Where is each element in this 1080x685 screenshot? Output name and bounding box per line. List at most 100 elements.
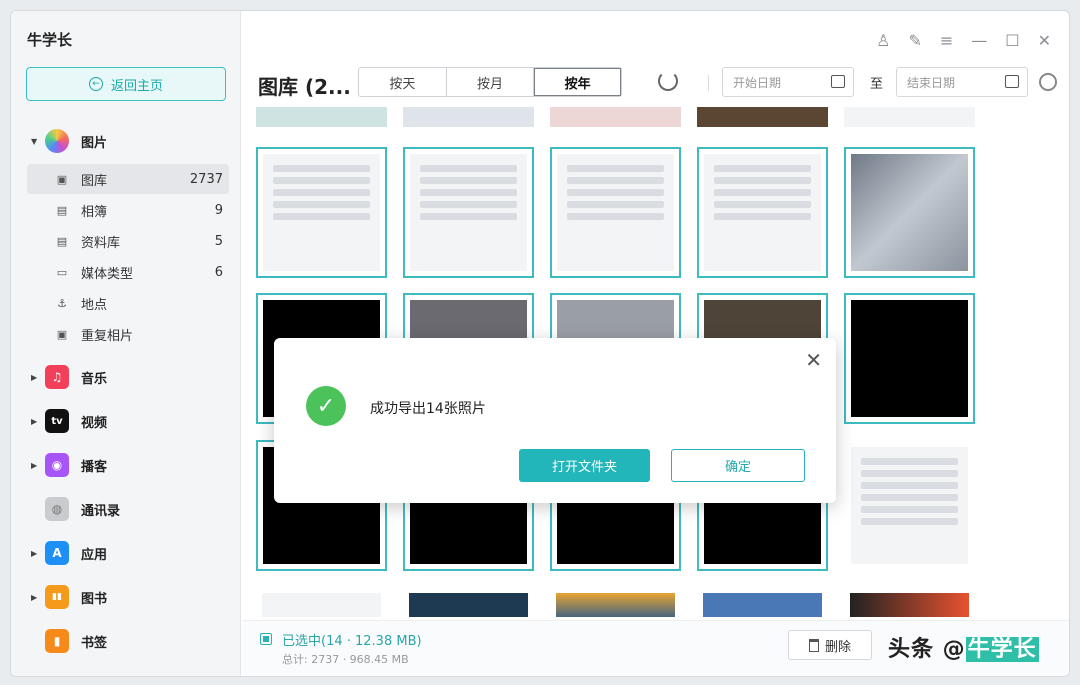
sidebar-item-albums[interactable]: ▤ 相簿 9: [27, 195, 229, 225]
expand-arrow-icon[interactable]: ▶: [31, 549, 37, 558]
check-success-icon: ✓: [306, 386, 346, 426]
sidebar-item-count: 2737: [189, 171, 223, 187]
sidebar-nav: ▼ 图片 ▣ 图库 2737 ▤ 相簿 9 ▤ 资料库 5 ▭ 媒体类型 6 ⚓…: [11, 119, 241, 663]
select-all-checkbox[interactable]: [260, 633, 272, 645]
trash-icon: [808, 638, 819, 652]
sidebar-item-resources[interactable]: ▤ 资料库 5: [27, 226, 229, 256]
expand-arrow-icon[interactable]: ▶: [31, 461, 37, 470]
photo-tile[interactable]: [844, 107, 975, 127]
sidebar-category-bookmarks[interactable]: ▮ 书签: [11, 619, 241, 663]
music-app-icon: ♫: [45, 365, 69, 389]
photo-tile[interactable]: [550, 587, 681, 617]
photo-tile[interactable]: [403, 587, 534, 617]
photo-tile[interactable]: [844, 587, 975, 617]
sidebar-item-media-types[interactable]: ▭ 媒体类型 6: [27, 257, 229, 287]
photo-tile-selected[interactable]: [256, 147, 387, 278]
sidebar-item-label: 媒体类型: [81, 266, 134, 282]
photo-tile-selected[interactable]: [697, 147, 828, 278]
video-camera-icon: ▭: [56, 265, 68, 279]
refresh-icon[interactable]: [658, 71, 678, 91]
photos-app-icon: [45, 129, 69, 153]
sidebar-category-apps[interactable]: ▶ A 应用: [11, 531, 241, 575]
app-store-icon: A: [45, 541, 69, 565]
close-icon[interactable]: ✕: [1038, 31, 1051, 50]
sidebar-item-library[interactable]: ▣ 图库 2737: [27, 164, 229, 194]
photo-tile[interactable]: [844, 440, 975, 571]
edit-icon[interactable]: ✎: [908, 31, 921, 50]
watermark-prefix: 头条 @: [888, 637, 966, 662]
delete-label: 删除: [824, 639, 851, 655]
sidebar-item-label: 相簿: [81, 204, 108, 220]
export-success-dialog: ✕ ✓ 成功导出14张照片 打开文件夹 确定: [274, 338, 836, 503]
photo-tile-selected[interactable]: [403, 147, 534, 278]
sidebar-category-label: 图片: [81, 135, 108, 151]
delete-button[interactable]: 删除: [788, 630, 872, 660]
expand-arrow-icon[interactable]: ▶: [31, 593, 37, 602]
photo-tile-selected[interactable]: [550, 147, 681, 278]
bookmark-icon: ▮: [45, 629, 69, 653]
user-icon[interactable]: ♙: [876, 31, 890, 50]
confirm-button[interactable]: 确定: [671, 449, 805, 482]
end-date-placeholder: 结束日期: [907, 75, 956, 90]
photo-tile-selected[interactable]: [844, 147, 975, 278]
sidebar: 牛学长 ← 返回主页 ▼ 图片 ▣ 图库 2737 ▤ 相簿 9 ▤ 资料库 5…: [11, 11, 241, 676]
sidebar-category-music[interactable]: ▶ ♫ 音乐: [11, 355, 241, 399]
photo-tile-selected[interactable]: [844, 293, 975, 424]
segment-by-year[interactable]: 按年: [534, 68, 622, 96]
back-arrow-icon: ←: [88, 77, 103, 91]
duplicate-photo-icon: ▣: [56, 327, 68, 341]
sidebar-category-books[interactable]: ▶ ▮▮ 图书: [11, 575, 241, 619]
back-home-button[interactable]: ← 返回主页: [26, 67, 226, 101]
expand-arrow-icon[interactable]: ▶: [31, 373, 37, 382]
app-name: 牛学长: [27, 31, 73, 49]
calendar-icon[interactable]: [831, 75, 845, 88]
open-folder-button[interactable]: 打开文件夹: [519, 449, 650, 482]
back-home-label: 返回主页: [110, 78, 163, 94]
menu-icon[interactable]: ≡: [940, 31, 953, 50]
sidebar-category-label: 音乐: [81, 371, 108, 387]
app-window: 牛学长 ← 返回主页 ▼ 图片 ▣ 图库 2737 ▤ 相簿 9 ▤ 资料库 5…: [10, 10, 1070, 677]
sidebar-category-video[interactable]: ▶ tv 视频: [11, 399, 241, 443]
sidebar-category-contacts[interactable]: ◍ 通讯录: [11, 487, 241, 531]
contacts-app-icon: ◍: [45, 497, 69, 521]
calendar-icon[interactable]: [1005, 75, 1019, 88]
photo-tile[interactable]: [403, 107, 534, 127]
sidebar-item-label: 地点: [81, 297, 108, 313]
tv-app-icon: tv: [45, 409, 69, 433]
toolbar: 图库 (2... 按天 按月 按年 开始日期 至 结束日期: [242, 67, 1069, 107]
sidebar-item-count: 5: [214, 233, 223, 249]
sidebar-category-podcasts[interactable]: ▶ ◉ 播客: [11, 443, 241, 487]
sidebar-item-duplicates[interactable]: ▣ 重复相片: [27, 319, 229, 349]
start-date-input[interactable]: 开始日期: [722, 67, 854, 97]
sidebar-category-label: 书签: [81, 635, 108, 651]
photo-tile[interactable]: [256, 107, 387, 127]
status-footer: 已选中(14 · 12.38 MB) 总计: 2737 · 968.45 MB …: [242, 620, 1069, 676]
selected-summary: 已选中(14 · 12.38 MB): [282, 634, 422, 649]
sidebar-category-photos[interactable]: ▼ 图片: [11, 119, 241, 163]
sidebar-item-label: 资料库: [81, 235, 121, 251]
segment-by-day[interactable]: 按天: [359, 68, 447, 96]
maximize-icon[interactable]: ☐: [1005, 31, 1019, 50]
close-icon[interactable]: ✕: [805, 348, 822, 372]
total-summary: 总计: 2737 · 968.45 MB: [282, 653, 409, 666]
photo-tile[interactable]: [697, 587, 828, 617]
window-controls: ♙ ✎ ≡ — ☐ ✕: [876, 31, 1051, 50]
photo-tile[interactable]: [256, 587, 387, 617]
podcast-app-icon: ◉: [45, 453, 69, 477]
expand-arrow-icon[interactable]: ▶: [31, 417, 37, 426]
photo-tile[interactable]: [550, 107, 681, 127]
expand-arrow-icon[interactable]: ▼: [31, 137, 37, 146]
settings-gear-icon[interactable]: [1039, 73, 1057, 91]
books-app-icon: ▮▮: [45, 585, 69, 609]
divider: [708, 75, 709, 91]
sidebar-category-label: 视频: [81, 415, 108, 431]
page-title: 图库 (2...: [258, 75, 351, 99]
sidebar-item-count: 6: [214, 264, 223, 280]
end-date-input[interactable]: 结束日期: [896, 67, 1028, 97]
photo-tile[interactable]: [697, 107, 828, 127]
minimize-icon[interactable]: —: [971, 31, 987, 50]
sidebar-item-places[interactable]: ⚓ 地点: [27, 288, 229, 318]
date-range-separator: 至: [870, 77, 884, 92]
dialog-message: 成功导出14张照片: [370, 401, 486, 417]
segment-by-month[interactable]: 按月: [447, 68, 535, 96]
